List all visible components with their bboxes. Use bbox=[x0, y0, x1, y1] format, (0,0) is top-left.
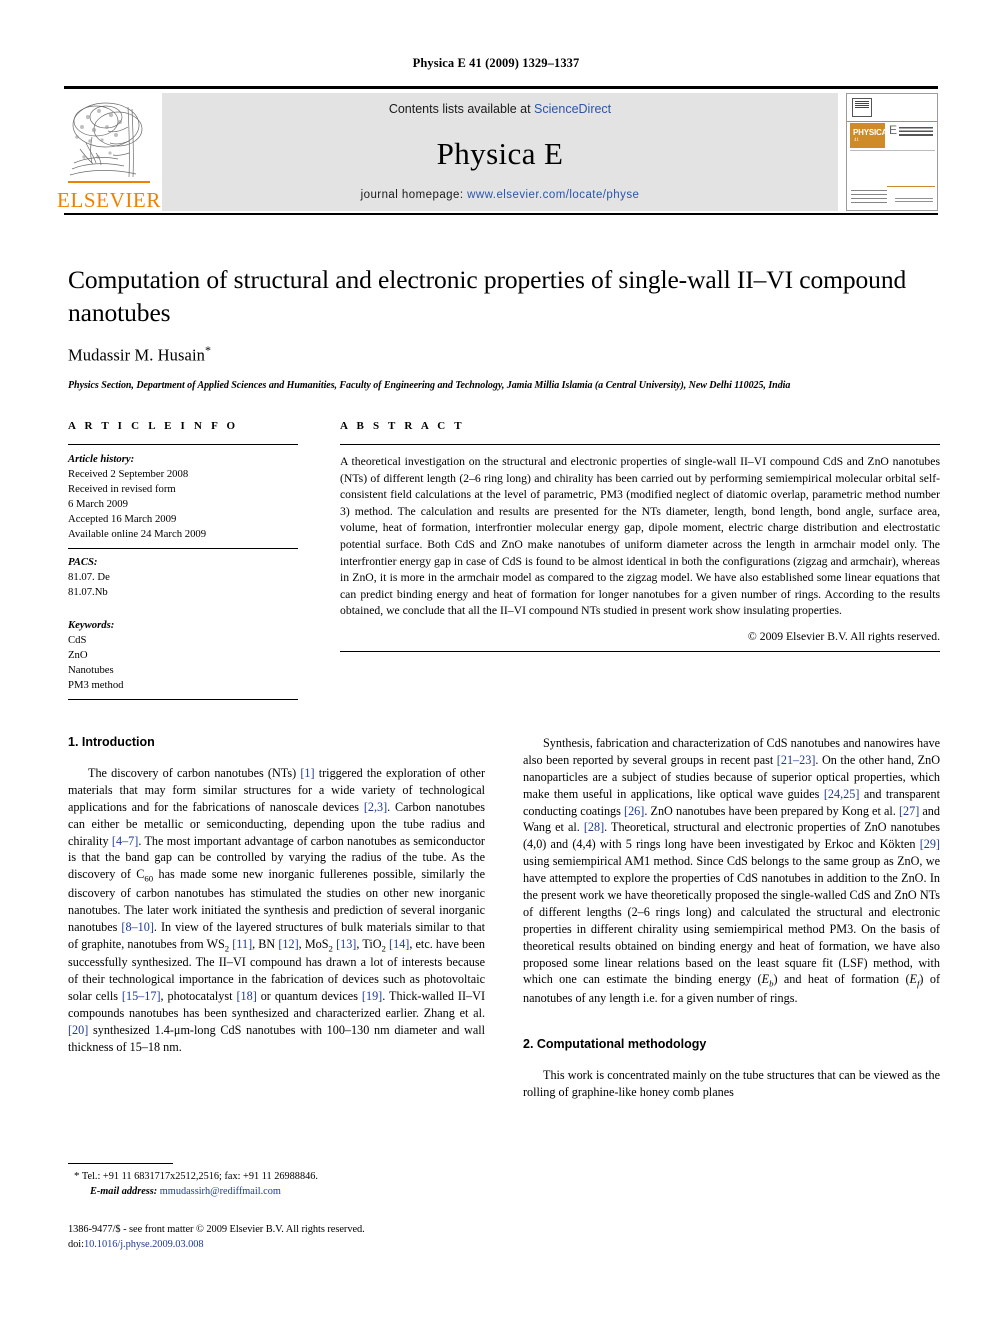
abstract-copyright: © 2009 Elsevier B.V. All rights reserved… bbox=[747, 630, 940, 644]
running-head: Physica E 41 (2009) 1329–1337 bbox=[412, 56, 580, 70]
section-heading-introduction: 1. Introduction bbox=[68, 735, 155, 749]
section-heading-methodology: 2. Computational methodology bbox=[523, 1036, 707, 1051]
imprint-block: 1386-9477/$ - see front matter © 2009 El… bbox=[68, 1222, 528, 1252]
abstract-text: A theoretical investigation on the struc… bbox=[340, 455, 940, 618]
footnote-telephone-text: Tel.: +91 11 6831717x2512,2516; fax: +91… bbox=[81, 1171, 318, 1182]
pacs-label: PACS: bbox=[68, 555, 98, 568]
intro-paragraph-continued: Synthesis, fabrication and characterizat… bbox=[523, 736, 941, 1006]
footnote-marker: * bbox=[74, 1170, 80, 1182]
abstract-rule-bottom bbox=[340, 651, 940, 653]
cover-rule bbox=[847, 121, 937, 122]
article-info-heading: A R T I C L E I N F O bbox=[68, 420, 239, 432]
homepage-prefix-text: journal homepage: bbox=[360, 189, 468, 201]
keywords-block: Keywords: CdS ZnO Nanotubes PM3 method bbox=[68, 618, 298, 693]
info-abstract-row: A R T I C L E I N F O Article history: R… bbox=[68, 420, 940, 700]
doi-link[interactable]: 10.1016/j.physe.2009.03.008 bbox=[84, 1239, 204, 1250]
cover-footer-left-icon bbox=[851, 190, 887, 206]
journal-masthead: ELSEVIER Contents lists available at Sci… bbox=[57, 86, 938, 215]
body-column-right: Synthesis, fabrication and characterizat… bbox=[523, 735, 940, 1101]
sciencedirect-link[interactable]: ScienceDirect bbox=[534, 102, 611, 116]
cover-footer-right-text bbox=[895, 198, 933, 203]
article-info-rule-bottom bbox=[68, 698, 298, 700]
journal-title: Physica E bbox=[436, 136, 564, 171]
email-label: E-mail address: bbox=[90, 1185, 158, 1197]
cover-bottom-rule bbox=[887, 186, 935, 187]
history-item: Accepted 16 March 2009 bbox=[68, 512, 177, 525]
journal-cover-thumbnail: PHYSICA 41 E bbox=[846, 93, 938, 211]
pacs-item: 81.07.Nb bbox=[68, 585, 108, 598]
article-title: Computation of structural and electronic… bbox=[68, 265, 907, 327]
history-item: 6 March 2009 bbox=[68, 497, 128, 510]
history-item: Received 2 September 2008 bbox=[68, 467, 189, 480]
imprint-front-matter: 1386-9477/$ - see front matter © 2009 El… bbox=[68, 1224, 365, 1235]
keyword-item: Nanotubes bbox=[68, 663, 114, 676]
keyword-item: PM3 method bbox=[68, 678, 124, 691]
abstract-column: A B S T R A C T A theoretical investigat… bbox=[340, 420, 940, 700]
author-affiliation: Physics Section, Department of Applied S… bbox=[68, 379, 791, 391]
title-block: Computation of structural and electronic… bbox=[68, 264, 940, 391]
elsevier-logo: ELSEVIER bbox=[57, 93, 160, 211]
contents-prefix-text: Contents lists available at bbox=[388, 102, 535, 116]
cover-subtitle-lines bbox=[899, 127, 933, 138]
keyword-item: CdS bbox=[68, 633, 87, 646]
journal-banner: Contents lists available at ScienceDirec… bbox=[162, 93, 838, 211]
elsevier-wordmark: ELSEVIER bbox=[57, 188, 161, 212]
doi-label: doi: bbox=[68, 1239, 84, 1251]
body-column-left: 1. Introduction The discovery of carbon … bbox=[68, 735, 485, 1101]
cover-publisher-mark-icon bbox=[852, 98, 872, 117]
cover-brand-sub: 41 bbox=[854, 138, 859, 143]
history-item: Received in revised form bbox=[68, 482, 176, 495]
pacs-block: PACS: 81.07. De 81.07.Nb bbox=[68, 555, 298, 600]
methodology-paragraph: This work is concentrated mainly on the … bbox=[523, 1067, 940, 1099]
masthead-bottom-rule bbox=[64, 213, 938, 215]
imprint-doi: doi:10.1016/j.physe.2009.03.008 bbox=[68, 1237, 528, 1252]
footnote-telephone: * Tel.: +91 11 6831717x2512,2516; fax: +… bbox=[68, 1169, 485, 1185]
keywords-label: Keywords: bbox=[68, 618, 115, 631]
footnote-email: E-mail address: mmudassirh@rediffmail.co… bbox=[68, 1185, 485, 1200]
elsevier-tree-icon bbox=[66, 97, 152, 189]
article-history-block: Article history: Received 2 September 20… bbox=[68, 452, 298, 542]
history-item: Available online 24 March 2009 bbox=[68, 527, 207, 540]
author-name: Mudassir M. Husain bbox=[68, 345, 206, 365]
masthead-top-rule bbox=[64, 86, 938, 89]
keyword-item: ZnO bbox=[68, 648, 88, 661]
article-info-rule-mid bbox=[68, 547, 298, 549]
cover-divider bbox=[850, 150, 935, 151]
cover-brand-text: PHYSICA bbox=[853, 128, 888, 137]
email-address-link[interactable]: mmudassirh@rediffmail.com bbox=[160, 1186, 281, 1197]
cover-volume-letter: E bbox=[889, 123, 898, 137]
article-info-column: A R T I C L E I N F O Article history: R… bbox=[68, 420, 298, 700]
pacs-item: 81.07. De bbox=[68, 570, 110, 583]
journal-homepage-line: journal homepage: www.elsevier.com/locat… bbox=[361, 189, 640, 201]
author-list: Mudassir M. Husain* bbox=[68, 343, 940, 366]
intro-paragraph: The discovery of carbon nanotubes (NTs) … bbox=[68, 766, 486, 1054]
article-history-label: Article history: bbox=[68, 453, 135, 465]
abstract-heading: A B S T R A C T bbox=[340, 420, 465, 432]
document-page: Physica E 41 (2009) 1329–1337 ELSEVIER C… bbox=[0, 0, 992, 1323]
contents-list-line: Contents lists available at ScienceDirec… bbox=[389, 102, 611, 116]
author-footnote-marker: * bbox=[205, 343, 212, 358]
footnote-area: * Tel.: +91 11 6831717x2512,2516; fax: +… bbox=[68, 1163, 485, 1200]
cover-brand-block: PHYSICA 41 bbox=[850, 123, 888, 148]
journal-homepage-link[interactable]: www.elsevier.com/locate/physe bbox=[467, 189, 639, 201]
footnote-rule bbox=[68, 1163, 173, 1164]
body-columns: 1. Introduction The discovery of carbon … bbox=[68, 735, 940, 1101]
